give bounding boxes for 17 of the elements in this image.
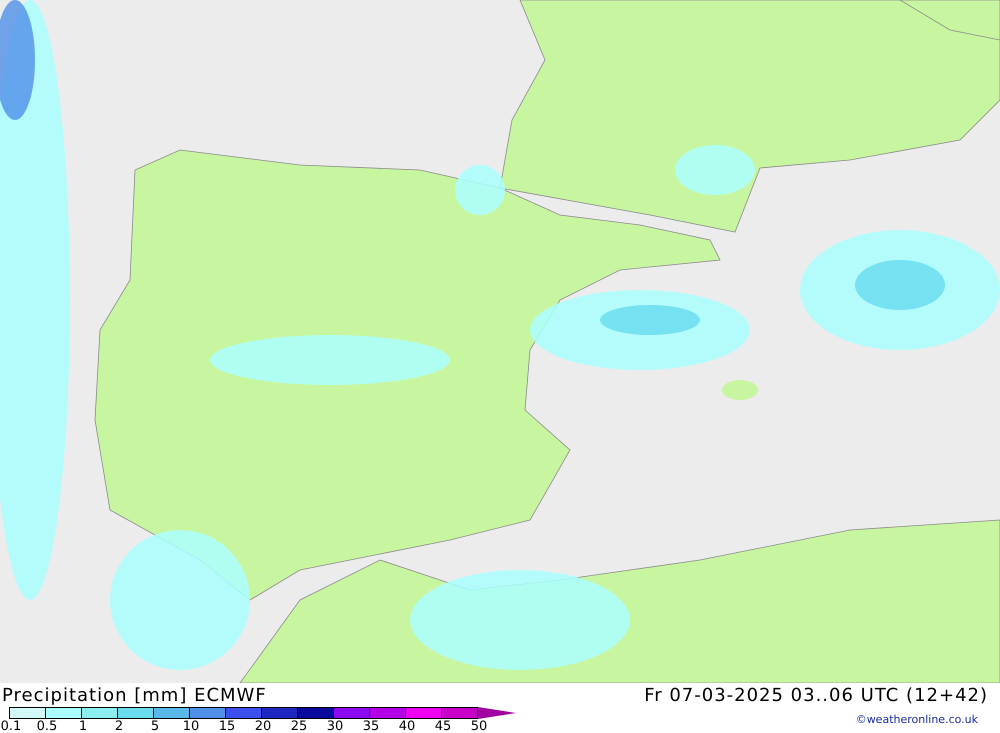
scale-label: 10 [182, 719, 200, 733]
scale-label: 35 [362, 719, 380, 733]
scale-label: 2 [114, 719, 124, 733]
scale-label: 20 [254, 719, 272, 733]
valid-time: Fr 07-03-2025 03..06 UTC (12+42) [644, 684, 988, 706]
scale-label: 30 [326, 719, 344, 733]
scale-label: 0.1 [0, 719, 22, 733]
credit-link[interactable]: ©weatheronline.co.uk [856, 713, 978, 726]
scale-label: 40 [398, 719, 416, 733]
scale-label: 25 [290, 719, 308, 733]
scale-label: 0.5 [36, 719, 58, 733]
scale-label: 50 [470, 719, 488, 733]
chart-title: Precipitation [mm] ECMWF [2, 684, 267, 706]
scale-label: 15 [218, 719, 236, 733]
scale-label: 1 [78, 719, 88, 733]
scale-label: 45 [434, 719, 452, 733]
scale-label: 5 [150, 719, 160, 733]
